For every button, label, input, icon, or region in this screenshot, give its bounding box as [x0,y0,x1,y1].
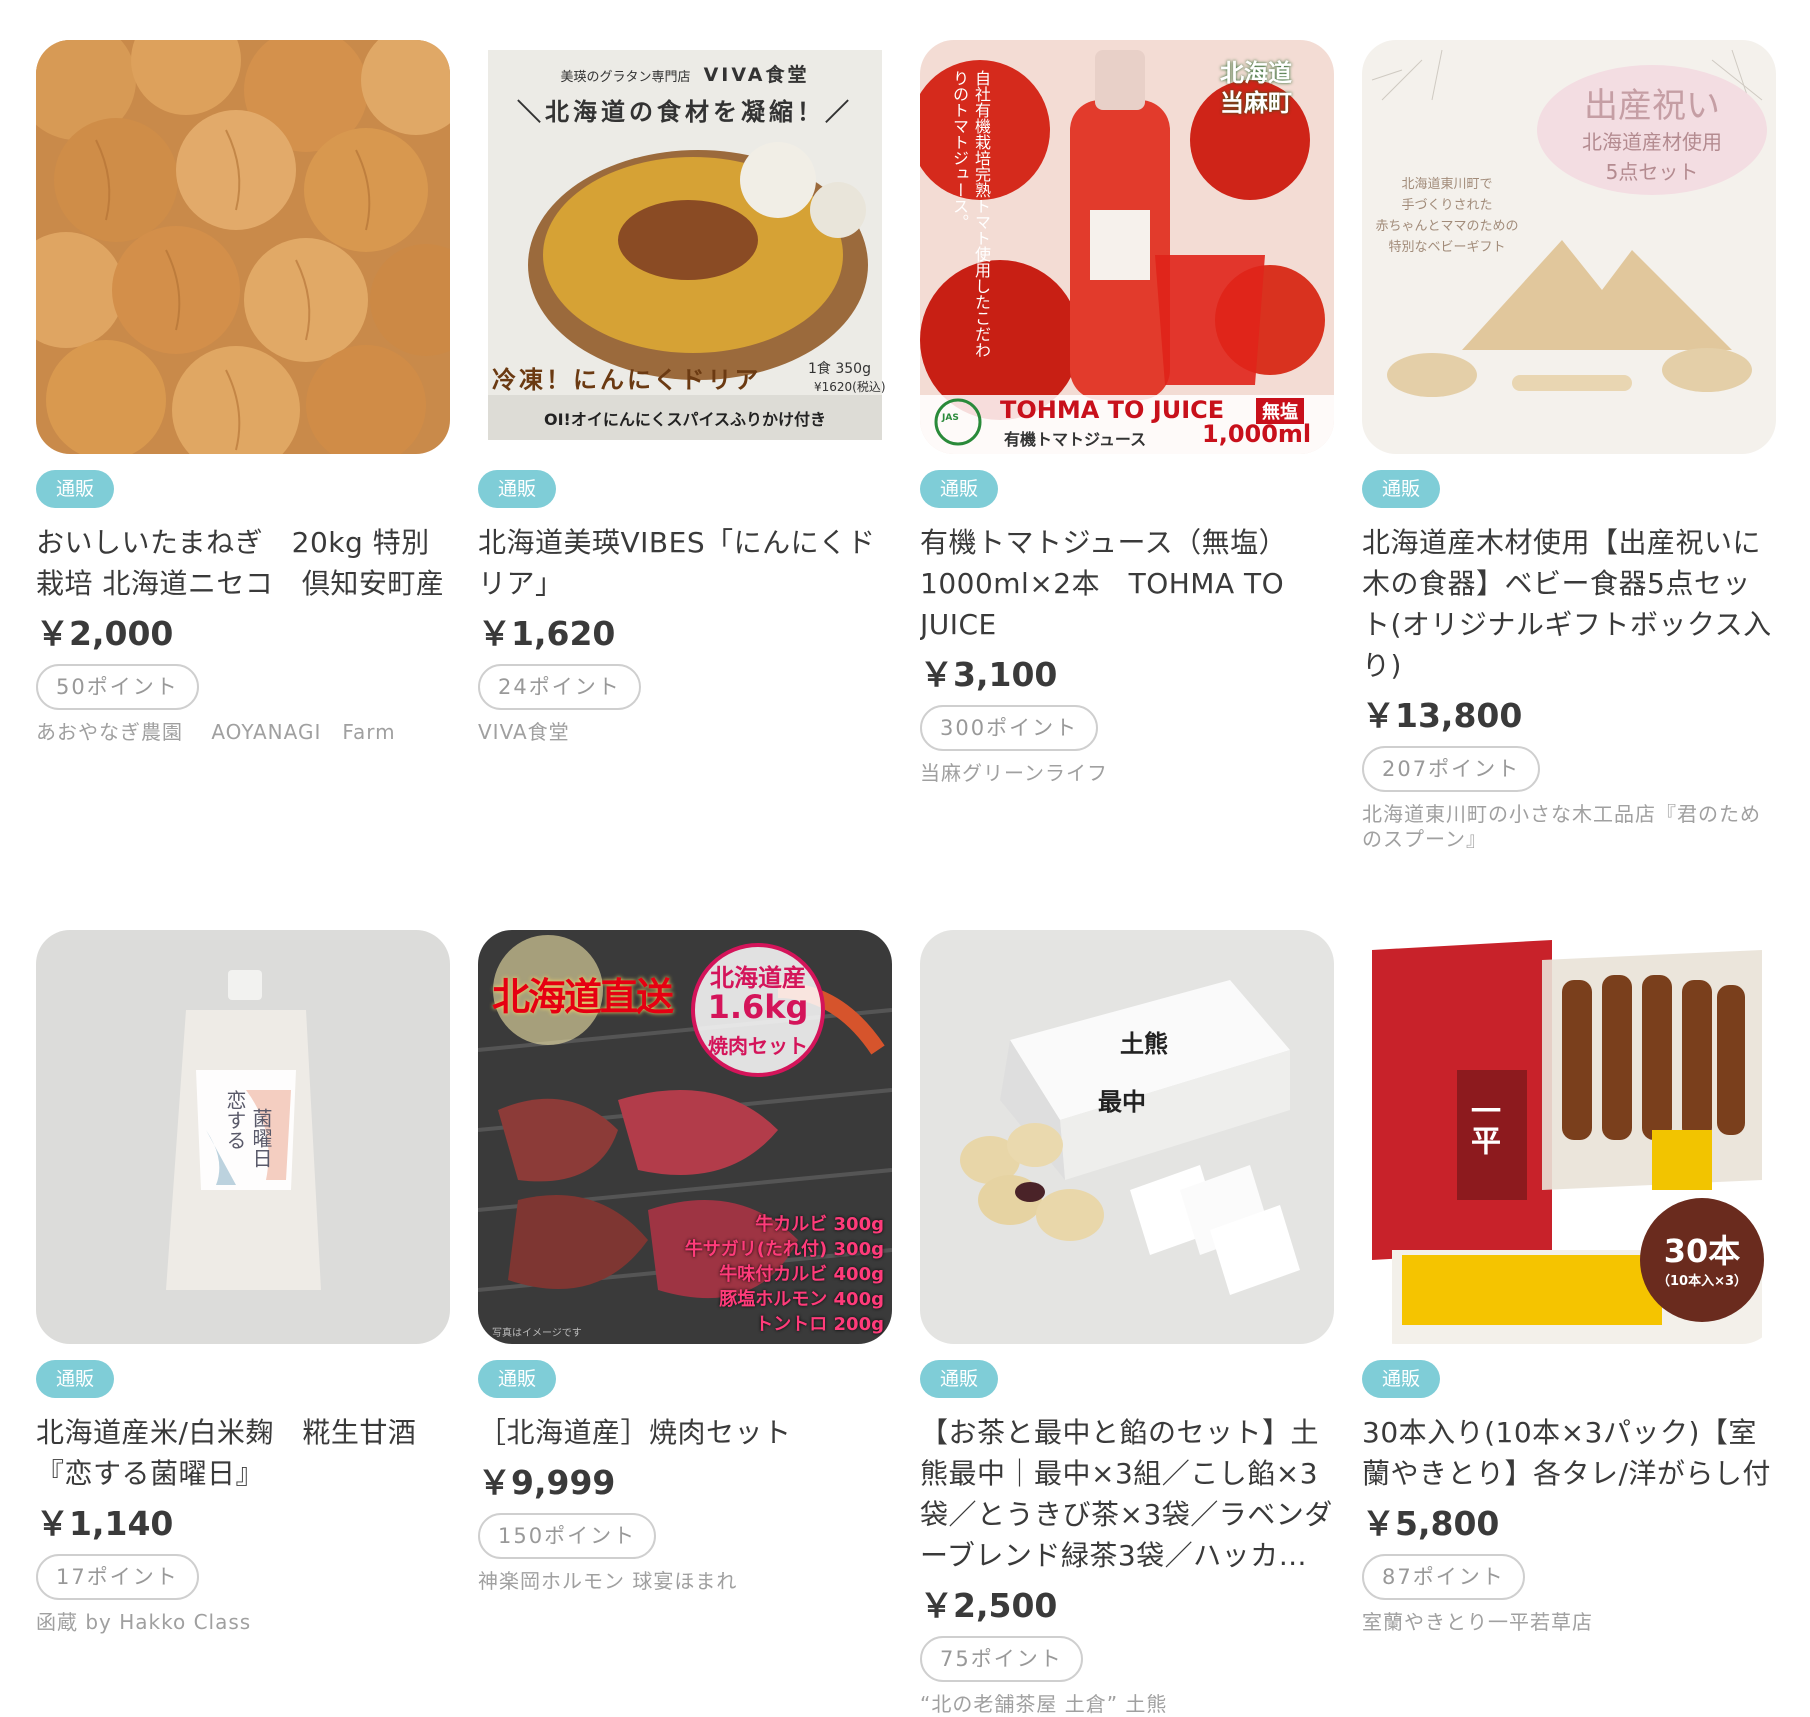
product-price: ￥2,500 [920,1586,1058,1625]
product-card[interactable]: 土熊 最中 通販 【お茶と最中と餡のセット】土熊最中｜最中×3組／こし餡×3袋／… [920,930,1334,1717]
monaka-photo-icon [920,930,1334,1344]
overlay-footer: OI!オイにんにくスパイスふりかけ付き [543,410,827,429]
points-badge: 207ポイント [1362,746,1541,792]
product-price: ￥1,620 [478,614,616,653]
points-badge: 150ポイント [478,1513,657,1559]
shop-name[interactable]: あおやなぎ農園 AOYANAGI Farm [36,720,450,745]
product-title[interactable]: 北海道産米/白米麹 糀生甘酒『恋する菌曜日』 [36,1412,450,1494]
shop-name[interactable]: 当麻グリーンライフ [920,761,1334,786]
product-price: ￥3,100 [920,655,1058,694]
shop-name[interactable]: VIVA食堂 [478,720,892,745]
points-badge: 300ポイント [920,705,1099,751]
overlay-spec1: 1食 350g [808,361,871,377]
product-image[interactable]: 一平 30本 （10本入×3） [1362,930,1776,1344]
product-image[interactable]: 恋する 菌曜日 [36,930,450,1344]
points-badge: 17ポイント [36,1554,199,1600]
overlay-caption: 写真はイメージです [492,1328,582,1339]
product-title[interactable]: おいしいたまねぎ 20kg 特別栽培 北海道ニセコ 倶知安町産 [36,522,450,604]
product-image[interactable]: 美瑛のグラタン専門店 VIVA食堂 ＼北海道の食材を凝縮！／ 冷凍！にんにくドリ… [478,40,892,454]
product-card[interactable]: 出産祝い 北海道産材使用 5点セット 北海道東川町で 手づくりされた 赤ちゃんとママ… [1362,40,1776,930]
product-title[interactable]: 30本入り(10本×3パック)【室蘭やきとり】各タレ/洋がらし付 [1362,1412,1776,1494]
product-card[interactable]: 一平 30本 （10本入×3） 通販 30本入り(10本×3パック)【室蘭やきと… [1362,930,1776,1717]
product-image[interactable]: 北海道 当麻町 自社有機栽培完熟トマト使用したこだわりのトマトジュース。 JAS … [920,40,1334,454]
product-card[interactable]: 恋する 菌曜日 通販 北海道産米/白米麹 糀生甘酒『恋する菌曜日』 ￥1,140… [36,930,450,1717]
overlay-box: 一平 [1465,1095,1500,1155]
product-price: ￥1,140 [36,1504,174,1543]
overlay-box1: 土熊 [1120,1030,1168,1058]
overlay-cloud1: 出産祝い [1584,86,1720,126]
product-title[interactable]: 北海道産木材使用【出産祝いに木の食器】ベビー食器5点セット(オリジナルギフトボッ… [1362,522,1776,686]
product-card[interactable]: 美瑛のグラタン専門店 VIVA食堂 ＼北海道の食材を凝縮！／ 冷凍！にんにくドリ… [478,40,892,930]
overlay-stamp: 北海道直送 [492,975,674,1019]
points-badge: 75ポイント [920,1636,1083,1682]
product-card[interactable]: 北海道 当麻町 自社有機栽培完熟トマト使用したこだわりのトマトジュース。 JAS … [920,40,1334,930]
product-price: ￥9,999 [478,1463,616,1502]
onions-photo-icon [36,40,450,454]
mail-order-badge: 通販 [36,470,115,508]
mail-order-badge: 通販 [1362,1360,1441,1398]
overlay-box2: 最中 [1098,1088,1146,1116]
points-badge: 87ポイント [1362,1554,1525,1600]
product-title[interactable]: 有機トマトジュース（無塩）1000ml×2本 TOHMA TO JUICE [920,522,1334,645]
shop-name[interactable]: 神楽岡ホルモン 球宴ほまれ [478,1569,892,1594]
overlay-vertical: 自社有機栽培完熟トマト使用したこだわりのトマトジュース。 [950,70,991,358]
overlay-detail: （10本入×3） [1656,1274,1748,1289]
shop-name[interactable]: “北の老舗茶屋 土倉” 土熊 [920,1692,1334,1717]
overlay-note: 北海道東川町で 手づくりされた 赤ちゃんとママのための 特別なベビーギフト [1375,177,1519,255]
mail-order-badge: 通販 [1362,470,1441,508]
product-price: ￥5,800 [1362,1504,1500,1543]
overlay-spec2: ¥1620(税込) [814,380,886,394]
product-title[interactable]: ［北海道産］焼肉セット [478,1412,892,1453]
overlay-cloud3: 5点セット [1605,160,1699,184]
overlay-product: 冷凍！にんにくドリア [492,366,762,394]
product-card[interactable]: 北海道直送 北海道産 1.6kg 焼肉セット 牛カルビ 300g 牛サガリ(たれ… [478,930,892,1717]
overlay-brand: TOHMA TO JUICE [1000,396,1225,424]
shop-name[interactable]: 北海道東川町の小さな木工品店『君のためのスプーン』 [1362,802,1776,852]
overlay-headline: ＼北海道の食材を凝縮！／ [517,98,853,126]
overlay-cloud2: 北海道産材使用 [1582,130,1722,154]
overlay-sub: 有機トマトジュース [1004,430,1147,449]
product-price: ￥2,000 [36,614,174,653]
points-badge: 24ポイント [478,664,641,710]
product-image[interactable] [36,40,450,454]
product-image[interactable]: 出産祝い 北海道産材使用 5点セット 北海道東川町で 手づくりされた 赤ちゃんとママ… [1362,40,1776,454]
product-price: ￥13,800 [1362,696,1523,735]
mail-order-badge: 通販 [478,470,557,508]
product-card[interactable]: 通販 おいしいたまねぎ 20kg 特別栽培 北海道ニセコ 倶知安町産 ￥2,00… [36,40,450,930]
jas-mark: JAS [942,413,959,423]
product-title[interactable]: 【お茶と最中と餡のセット】土熊最中｜最中×3組／こし餡×3袋／とうきび茶×3袋／… [920,1412,1334,1576]
product-image[interactable]: 土熊 最中 [920,930,1334,1344]
overlay-circle3: 焼肉セット [708,1034,808,1058]
product-grid: 通販 おいしいたまねぎ 20kg 特別栽培 北海道ニセコ 倶知安町産 ￥2,00… [36,40,1776,1717]
product-title[interactable]: 北海道美瑛VIBES「にんにくドリア」 [478,522,892,604]
overlay-count: 30本 [1663,1232,1741,1270]
overlay-label2: 菌曜日 [249,1108,273,1168]
mail-order-badge: 通販 [920,1360,999,1398]
product-image[interactable]: 北海道直送 北海道産 1.6kg 焼肉セット 牛カルビ 300g 牛サガリ(たれ… [478,930,892,1344]
overlay-items: 牛カルビ 300g 牛サガリ(たれ付) 300g 牛味付カルビ 400g 豚塩ホ… [684,1214,884,1335]
overlay-top: 美瑛のグラタン専門店 VIVA食堂 [560,64,810,86]
points-badge: 50ポイント [36,664,199,710]
mail-order-badge: 通販 [920,470,999,508]
overlay-volume: 1,000ml [1202,420,1312,448]
overlay-region: 北海道 当麻町 [1220,59,1292,117]
overlay-circle2: 1.6kg [707,988,809,1026]
shop-name[interactable]: 室蘭やきとり一平若草店 [1362,1610,1776,1635]
shop-name[interactable]: 函蔵 by Hakko Class [36,1610,450,1635]
mail-order-badge: 通販 [478,1360,557,1398]
mail-order-badge: 通販 [36,1360,115,1398]
